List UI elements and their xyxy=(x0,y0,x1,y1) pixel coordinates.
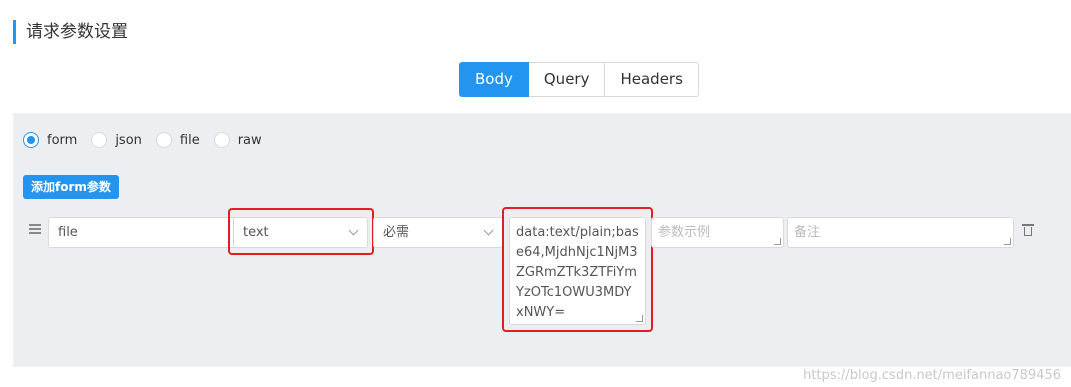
param-type-value: text xyxy=(243,225,269,240)
param-value-textarea[interactable]: data:text/plain;base64,MjdhNjc1NjM3ZGRmZ… xyxy=(509,217,646,325)
radio-unchecked-icon xyxy=(155,132,172,148)
param-tabs: Body Query Headers xyxy=(459,62,699,97)
add-form-param-button[interactable]: 添加form参数 xyxy=(23,175,119,199)
resize-handle-icon[interactable] xyxy=(1004,238,1011,245)
radio-checked-icon xyxy=(23,132,39,148)
tab-query[interactable]: Query xyxy=(527,62,606,97)
chevron-down-icon xyxy=(348,225,359,236)
trash-icon[interactable] xyxy=(1022,223,1034,236)
radio-label-json: json xyxy=(115,132,142,148)
chevron-down-icon xyxy=(483,225,494,236)
radio-file[interactable]: file xyxy=(155,132,200,148)
tab-headers[interactable]: Headers xyxy=(604,62,699,97)
radio-form[interactable]: form xyxy=(23,132,77,148)
resize-handle-icon[interactable] xyxy=(636,315,643,322)
tab-body[interactable]: Body xyxy=(459,62,529,97)
param-required-select[interactable]: 必需 xyxy=(373,217,503,248)
list-drag-icon[interactable] xyxy=(29,224,41,234)
param-name-input[interactable]: file xyxy=(48,217,240,248)
radio-raw[interactable]: raw xyxy=(213,132,262,148)
resize-handle-icon[interactable] xyxy=(774,238,781,245)
radio-unchecked-icon xyxy=(91,132,108,148)
body-type-radio-group: form json file raw xyxy=(23,132,276,148)
radio-json[interactable]: json xyxy=(91,132,142,148)
radio-label-raw: raw xyxy=(237,132,262,148)
radio-unchecked-icon xyxy=(213,132,230,148)
param-required-value: 必需 xyxy=(383,225,410,240)
radio-label-form: form xyxy=(47,132,78,148)
body-panel: form json file raw 添加form参数 file text 必需… xyxy=(13,113,1071,367)
param-note-textarea[interactable]: 备注 xyxy=(787,217,1014,248)
watermark: https://blog.csdn.net/meifannao789456 xyxy=(803,368,1061,383)
param-note-placeholder: 备注 xyxy=(794,225,821,240)
param-value-text: data:text/plain;base64,MjdhNjc1NjM3ZGRmZ… xyxy=(516,225,639,320)
param-example-textarea[interactable]: 参数示例 xyxy=(651,217,784,248)
param-example-placeholder: 参数示例 xyxy=(658,225,711,240)
section-title: 请求参数设置 xyxy=(13,20,128,44)
param-type-select[interactable]: text xyxy=(233,217,368,248)
radio-label-file: file xyxy=(179,132,200,148)
